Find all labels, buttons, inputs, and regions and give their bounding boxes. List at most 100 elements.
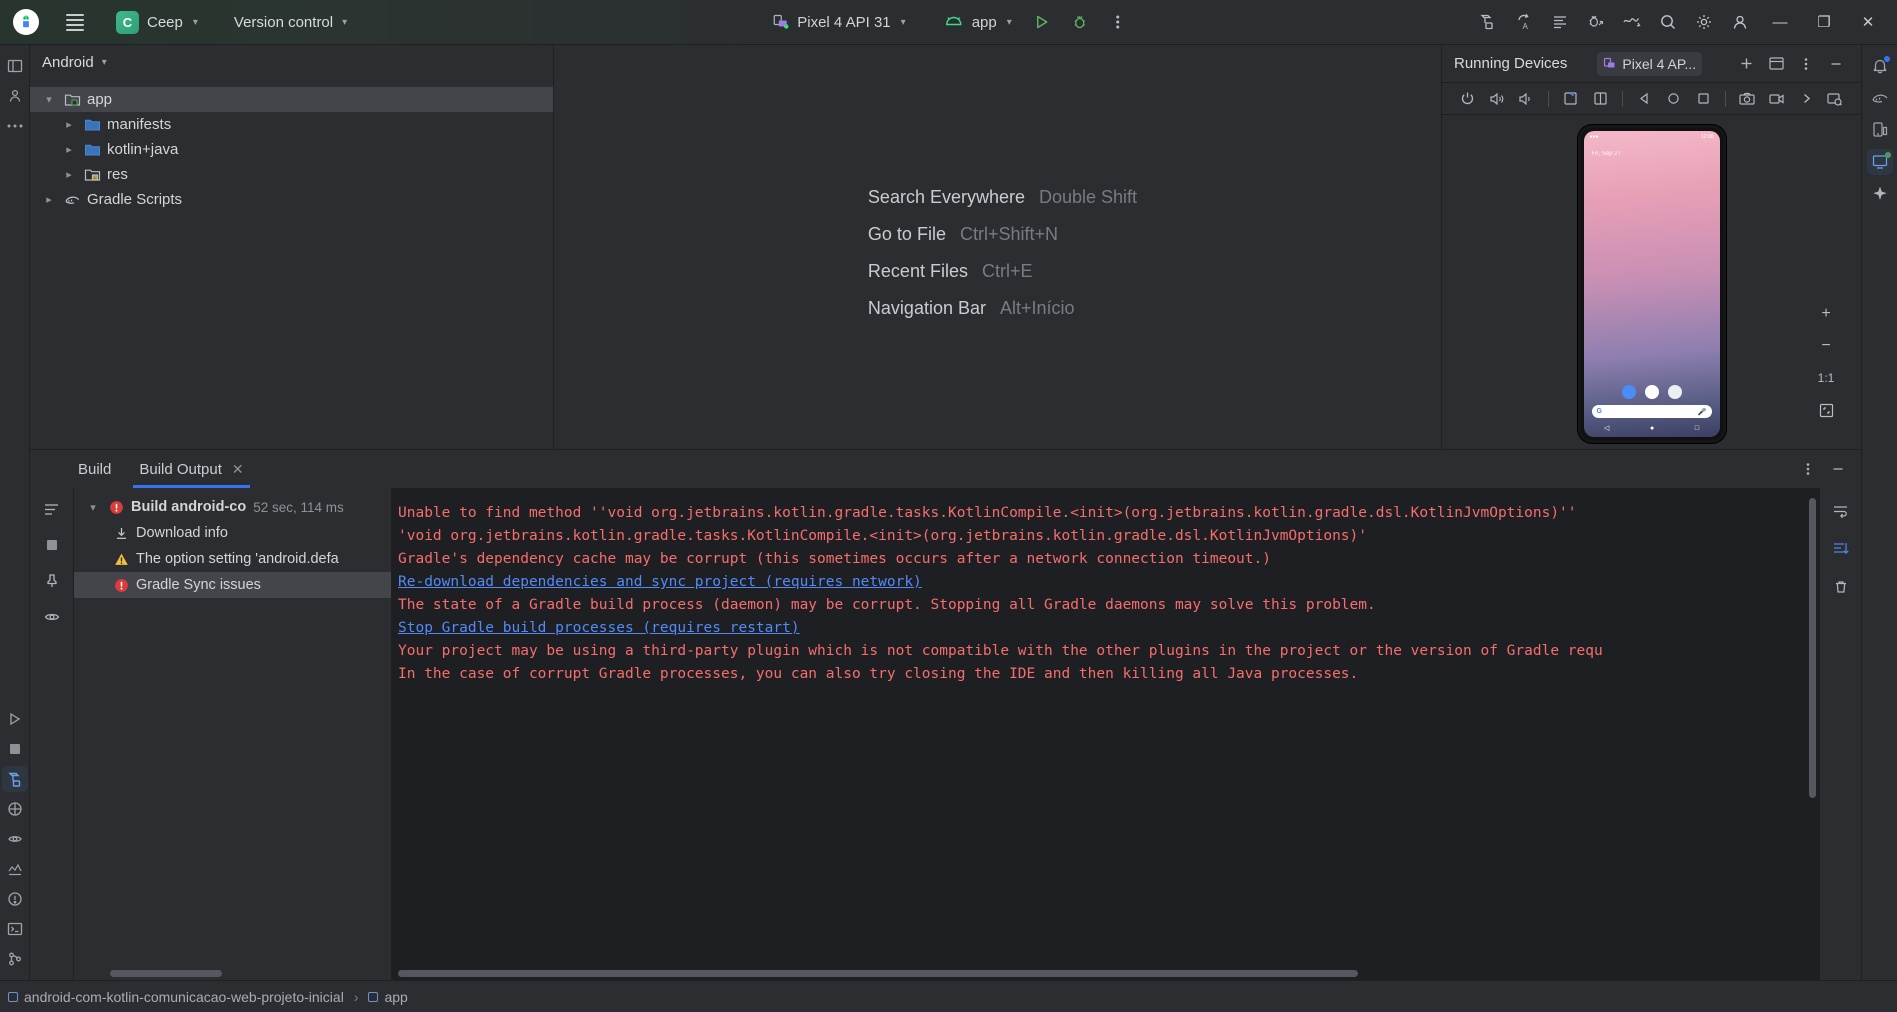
fit-screen-icon[interactable] — [1815, 399, 1837, 421]
rotate-left-icon[interactable] — [1557, 87, 1584, 111]
tree-node-manifests[interactable]: ▸ manifests — [30, 112, 553, 137]
scroll-to-end-icon[interactable] — [1828, 536, 1854, 562]
profiler-icon[interactable] — [1615, 6, 1649, 38]
tab-build[interactable]: Build — [64, 450, 125, 488]
window-minimize-button[interactable]: — — [1759, 0, 1801, 45]
window-close-button[interactable]: ✕ — [1847, 0, 1889, 45]
project-icon[interactable] — [2, 53, 28, 79]
problems-icon[interactable] — [2, 886, 28, 912]
device-settings-icon[interactable] — [1822, 87, 1849, 111]
emulator-screen[interactable]: ●●● 12:00 Fri, Sep 27 G 🎤 ◁ ● □ — [1583, 131, 1720, 437]
chevron-right-icon[interactable]: ▸ — [40, 193, 58, 206]
close-icon[interactable]: ✕ — [232, 461, 244, 478]
back-icon[interactable] — [1631, 87, 1658, 111]
project-view-selector[interactable]: Android ▾ — [30, 45, 553, 79]
soft-wrap-icon[interactable] — [1828, 498, 1854, 524]
chevron-right-icon[interactable] — [1792, 87, 1819, 111]
settings-icon[interactable] — [1687, 6, 1721, 38]
terminal-icon[interactable] — [2, 916, 28, 942]
microphone-icon[interactable]: 🎤 — [1698, 408, 1707, 416]
breadcrumb-project[interactable]: android-com-kotlin-comunicacao-web-proje… — [8, 989, 344, 1005]
gemini-icon[interactable] — [1867, 181, 1893, 207]
apply-changes-icon[interactable]: A — [1507, 6, 1541, 38]
running-devices-icon[interactable] — [1866, 149, 1893, 175]
minimize-icon[interactable] — [1823, 52, 1849, 76]
filter-icon[interactable] — [39, 496, 65, 522]
console-vertical-scrollbar[interactable] — [1809, 498, 1816, 798]
gradle-icon[interactable] — [1867, 85, 1893, 111]
build-tree-row[interactable]: Gradle Sync issues — [74, 572, 391, 598]
play-store-app-icon[interactable] — [1644, 385, 1659, 399]
notifications-icon[interactable] — [1867, 53, 1893, 79]
minimize-icon[interactable] — [1825, 457, 1851, 481]
record-icon[interactable] — [1763, 87, 1790, 111]
build-tool-icon[interactable] — [1, 766, 28, 792]
chevron-right-icon[interactable]: ▸ — [60, 168, 78, 181]
tree-node-app[interactable]: ▾ app — [30, 87, 553, 112]
chevron-down-icon[interactable]: ▾ — [84, 501, 102, 514]
window-maximize-button[interactable]: ❐ — [1803, 0, 1845, 45]
tree-node-res[interactable]: ▸ res — [30, 162, 553, 187]
more-vertical-icon[interactable] — [1102, 7, 1134, 37]
build-tree-horizontal-scrollbar[interactable] — [110, 970, 222, 977]
code-with-me-icon[interactable] — [1543, 6, 1577, 38]
volume-up-icon[interactable] — [1483, 87, 1510, 111]
chevron-down-icon[interactable]: ▾ — [40, 93, 58, 106]
build-tree-row[interactable]: Download info — [74, 520, 391, 546]
zoom-out-button[interactable]: − — [1815, 335, 1837, 357]
build-tree-row[interactable]: ▾ Build android-co 52 sec, 114 ms — [74, 494, 391, 520]
phone-nav-back[interactable]: ◁ — [1604, 424, 1609, 432]
account-icon[interactable] — [1723, 6, 1757, 38]
plus-icon[interactable] — [1733, 52, 1759, 76]
more-tool-windows-icon[interactable] — [2, 113, 28, 139]
device-tab[interactable]: Pixel 4 AP... — [1597, 51, 1703, 76]
console-link[interactable]: Stop Gradle build processes (requires re… — [398, 617, 1819, 640]
settings-eye-icon[interactable] — [39, 604, 65, 630]
run-configuration-selector[interactable]: app ▾ — [936, 10, 1020, 35]
rotate-right-icon[interactable] — [1586, 87, 1613, 111]
run-button[interactable] — [1026, 7, 1058, 37]
restart-icon[interactable] — [39, 532, 65, 558]
search-icon[interactable] — [1651, 6, 1685, 38]
tree-node-kotlin-java[interactable]: ▸ kotlin+java — [30, 137, 553, 162]
build-console[interactable]: Unable to find method ''void org.jetbrai… — [392, 488, 1819, 980]
clear-all-icon[interactable] — [1828, 574, 1854, 600]
stop-icon[interactable] — [2, 736, 28, 762]
console-horizontal-scrollbar[interactable] — [398, 970, 1358, 977]
chevron-right-icon[interactable]: ▸ — [60, 118, 78, 131]
bookmarks-icon[interactable] — [2, 796, 28, 822]
volume-down-icon[interactable] — [1513, 87, 1540, 111]
more-vertical-icon[interactable] — [1793, 52, 1819, 76]
device-selector[interactable]: Pixel 4 API 31 ▾ — [763, 9, 913, 35]
actual-size-button[interactable]: 1:1 — [1815, 367, 1837, 389]
tree-node-gradle-scripts[interactable]: ▸ Gradle Scripts — [30, 187, 553, 212]
home-icon[interactable] — [1660, 87, 1687, 111]
version-control-selector[interactable]: Version control ▾ — [228, 11, 353, 34]
device-manager-icon[interactable] — [1867, 117, 1893, 143]
run-tool-icon[interactable] — [2, 706, 28, 732]
tab-build-output[interactable]: Build Output ✕ — [125, 450, 257, 488]
version-control-icon[interactable] — [2, 946, 28, 972]
breadcrumb-module[interactable]: app — [368, 989, 408, 1005]
main-menu-icon[interactable] — [58, 6, 92, 38]
console-link[interactable]: Re-download dependencies and sync projec… — [398, 571, 1819, 594]
overview-icon[interactable] — [1689, 87, 1716, 111]
commit-icon[interactable] — [2, 83, 28, 109]
phone-search-bar[interactable]: G 🎤 — [1591, 405, 1712, 418]
app-quality-icon[interactable] — [2, 856, 28, 882]
messages-app-icon[interactable] — [1621, 385, 1636, 399]
debug-button[interactable] — [1064, 7, 1096, 37]
chevron-right-icon[interactable]: ▸ — [60, 143, 78, 156]
power-icon[interactable] — [1454, 87, 1481, 111]
more-vertical-icon[interactable] — [1795, 457, 1821, 481]
screenshot-icon[interactable] — [1734, 87, 1761, 111]
emulator-device-frame[interactable]: ●●● 12:00 Fri, Sep 27 G 🎤 ◁ ● □ — [1577, 125, 1726, 443]
pin-icon[interactable] — [39, 568, 65, 594]
build-tree-row[interactable]: The option setting 'android.defa — [74, 546, 391, 572]
project-selector[interactable]: C Ceep ▾ — [110, 8, 204, 37]
chrome-app-icon[interactable] — [1667, 385, 1682, 399]
preview-icon[interactable] — [2, 826, 28, 852]
zoom-in-button[interactable]: + — [1815, 303, 1837, 325]
attach-debugger-icon[interactable] — [1579, 6, 1613, 38]
phone-nav-home[interactable]: ● — [1650, 425, 1654, 432]
